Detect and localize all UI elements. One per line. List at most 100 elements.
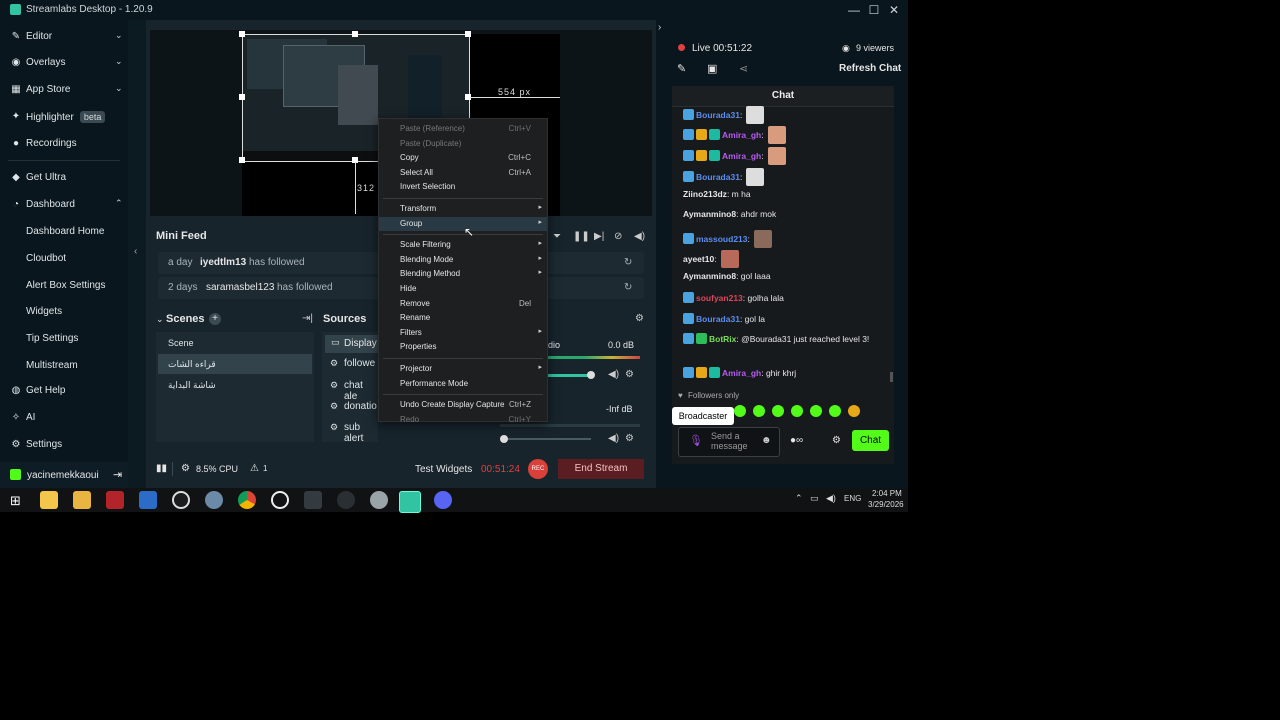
app-circle-icon[interactable] bbox=[271, 491, 289, 509]
edit-stream-info-icon[interactable]: ✎ bbox=[677, 62, 686, 75]
menu-item-scale-filtering[interactable]: Scale Filtering ▸ bbox=[379, 238, 547, 252]
sidebar-item-dashboard[interactable]: ◔ Dashboard ⌃ bbox=[0, 194, 128, 216]
maximize-button[interactable]: ☐ bbox=[866, 2, 882, 18]
voicemod-icon[interactable] bbox=[106, 491, 124, 509]
game-icon[interactable] bbox=[205, 491, 223, 509]
refresh-chat-button[interactable]: Refresh Chat bbox=[839, 63, 901, 74]
sidebar-sub-alert-box-settings[interactable]: Alert Box Settings bbox=[26, 280, 105, 291]
menu-item-copy[interactable]: Copy Ctrl+C bbox=[379, 151, 547, 165]
quick-emote-icon[interactable] bbox=[791, 405, 803, 417]
collapse-scenes-icon[interactable]: ⌄ bbox=[156, 314, 164, 325]
replay-icon[interactable]: ↻ bbox=[624, 282, 632, 293]
source-settings-icon[interactable]: ⚙ bbox=[625, 433, 634, 444]
menu-item-performance-mode[interactable]: Performance Mode bbox=[379, 377, 547, 391]
minimize-button[interactable]: — bbox=[846, 2, 862, 18]
quick-emote-icon[interactable] bbox=[753, 405, 765, 417]
chat-username[interactable]: BotRix bbox=[709, 334, 736, 344]
speaker-icon[interactable]: ◀) bbox=[608, 433, 619, 444]
scene-item[interactable]: شاشة البداية bbox=[158, 375, 312, 395]
menu-item-blending-mode[interactable]: Blending Mode ▸ bbox=[379, 253, 547, 267]
source-settings-icon[interactable]: ⚙ bbox=[625, 369, 634, 380]
sidebar-sub-multistream[interactable]: Multistream bbox=[26, 360, 78, 371]
speaker-icon[interactable]: ◀) bbox=[608, 369, 619, 380]
volume-slider[interactable] bbox=[548, 374, 592, 377]
source-item-selected[interactable]: ▭ Display bbox=[325, 335, 378, 353]
filter-icon[interactable]: ⏷ bbox=[553, 231, 561, 242]
skip-icon[interactable]: ▶| bbox=[594, 231, 604, 242]
chat-username[interactable]: massoud213 bbox=[696, 234, 748, 244]
menu-item-hide[interactable]: Hide bbox=[379, 282, 547, 296]
expand-panel-icon[interactable]: › bbox=[658, 22, 661, 33]
emoji-icon[interactable]: ☻ bbox=[761, 435, 772, 446]
pause-icon[interactable]: ❚❚ bbox=[573, 231, 590, 242]
replay-icon[interactable]: ↻ bbox=[624, 257, 632, 268]
file-explorer-icon[interactable] bbox=[73, 491, 91, 509]
chat-username[interactable]: Bourada31 bbox=[696, 314, 740, 324]
volume-tray-icon[interactable]: ◀) bbox=[826, 493, 836, 504]
logout-icon[interactable]: ⇥ bbox=[113, 468, 122, 481]
stats-icon[interactable]: ▮▮ bbox=[156, 463, 167, 474]
discord-icon[interactable] bbox=[434, 491, 452, 509]
resize-handle[interactable] bbox=[239, 31, 245, 37]
quick-emote-icon[interactable] bbox=[734, 405, 746, 417]
scene-item[interactable]: Scene bbox=[158, 334, 312, 354]
volume-slider[interactable] bbox=[503, 438, 591, 440]
chat-username[interactable]: Aymanmino8 bbox=[683, 209, 736, 219]
chat-username[interactable]: Amira_gh bbox=[722, 151, 761, 161]
quick-emote-icon[interactable] bbox=[829, 405, 841, 417]
chat-input[interactable]: 🎙 Send a message ☻ bbox=[678, 427, 780, 457]
sidebar-item-ai[interactable]: ✧ AI bbox=[0, 407, 128, 429]
sidebar-item-settings[interactable]: ⚙ Settings bbox=[0, 434, 128, 456]
menu-item-remove[interactable]: Remove Del bbox=[379, 297, 547, 311]
resize-handle[interactable] bbox=[352, 31, 358, 37]
test-widgets-button[interactable]: Test Widgets bbox=[415, 464, 472, 475]
chat-username[interactable]: Amira_gh bbox=[722, 368, 761, 378]
app-icon[interactable] bbox=[139, 491, 157, 509]
sidebar-item-recordings[interactable]: ● Recordings bbox=[0, 133, 128, 155]
chat-username[interactable]: Amira_gh bbox=[722, 130, 761, 140]
quick-emote-icon[interactable] bbox=[848, 405, 860, 417]
menu-item-undo-create-display-capture[interactable]: Undo Create Display Capture Ctrl+Z bbox=[379, 398, 547, 412]
sidebar-item-get-help[interactable]: ◍ Get Help bbox=[0, 380, 128, 402]
mute-alerts-icon[interactable]: ⊘ bbox=[614, 231, 622, 242]
app-icon[interactable] bbox=[304, 491, 322, 509]
sidebar-item-overlays[interactable]: ◉ Overlays ⌄ bbox=[0, 52, 128, 74]
menu-item-projector[interactable]: Projector ▸ bbox=[379, 362, 547, 376]
tray-chevron-icon[interactable]: ⌃ bbox=[795, 493, 803, 504]
chat-settings-icon[interactable]: ⚙ bbox=[832, 435, 841, 446]
scene-transition-icon[interactable]: ⇥| bbox=[302, 313, 313, 324]
mixer-settings-icon[interactable]: ⚙ bbox=[635, 313, 644, 324]
clip-icon[interactable]: ▣ bbox=[707, 62, 717, 75]
sidebar-sub-widgets[interactable]: Widgets bbox=[26, 306, 62, 317]
chat-username[interactable]: Bourada31 bbox=[696, 172, 740, 182]
store-app-icon[interactable] bbox=[40, 491, 58, 509]
sidebar-item-get-ultra[interactable]: ◆ Get Ultra bbox=[0, 167, 128, 189]
menu-item-filters[interactable]: Filters ▸ bbox=[379, 326, 547, 340]
menu-item-invert-selection[interactable]: Invert Selection bbox=[379, 180, 547, 194]
sidebar-item-highlighter[interactable]: ✦ Highlighter beta bbox=[0, 106, 128, 128]
chat-username[interactable]: ayeet10 bbox=[683, 254, 714, 264]
sidebar-sub-cloudbot[interactable]: Cloudbot bbox=[26, 253, 66, 264]
menu-item-select-all[interactable]: Select All Ctrl+A bbox=[379, 166, 547, 180]
menu-item-group[interactable]: Group ▸ bbox=[379, 216, 547, 231]
volume-slider-handle[interactable] bbox=[587, 371, 595, 379]
end-stream-button[interactable]: End Stream bbox=[558, 459, 644, 479]
sidebar-item-app-store[interactable]: ▦ App Store ⌄ bbox=[0, 79, 128, 101]
menu-item-blending-method[interactable]: Blending Method ▸ bbox=[379, 267, 547, 281]
collapse-left-icon[interactable]: ‹ bbox=[134, 246, 137, 257]
chat-username[interactable]: Ziino213dz bbox=[683, 189, 727, 199]
sidebar-sub-dashboard-home[interactable]: Dashboard Home bbox=[26, 226, 104, 237]
menu-item-transform[interactable]: Transform ▸ bbox=[379, 202, 547, 216]
streamlabs-taskbar-icon[interactable] bbox=[399, 491, 421, 513]
windows-start-icon[interactable]: ⊞ bbox=[10, 493, 21, 509]
record-button[interactable]: REC bbox=[528, 459, 548, 479]
clock-date[interactable]: 3/29/2026 bbox=[868, 500, 904, 509]
send-chat-button[interactable]: Chat bbox=[852, 430, 889, 451]
share-icon[interactable]: ⋖ bbox=[739, 62, 748, 75]
chrome-icon[interactable] bbox=[238, 491, 256, 509]
app-icon[interactable] bbox=[370, 491, 388, 509]
resize-handle[interactable] bbox=[465, 31, 471, 37]
volume-slider-handle[interactable] bbox=[500, 435, 508, 443]
scene-item-selected[interactable]: قراءه الشات bbox=[158, 354, 312, 374]
warning-icon[interactable]: ⚠ bbox=[250, 463, 259, 474]
